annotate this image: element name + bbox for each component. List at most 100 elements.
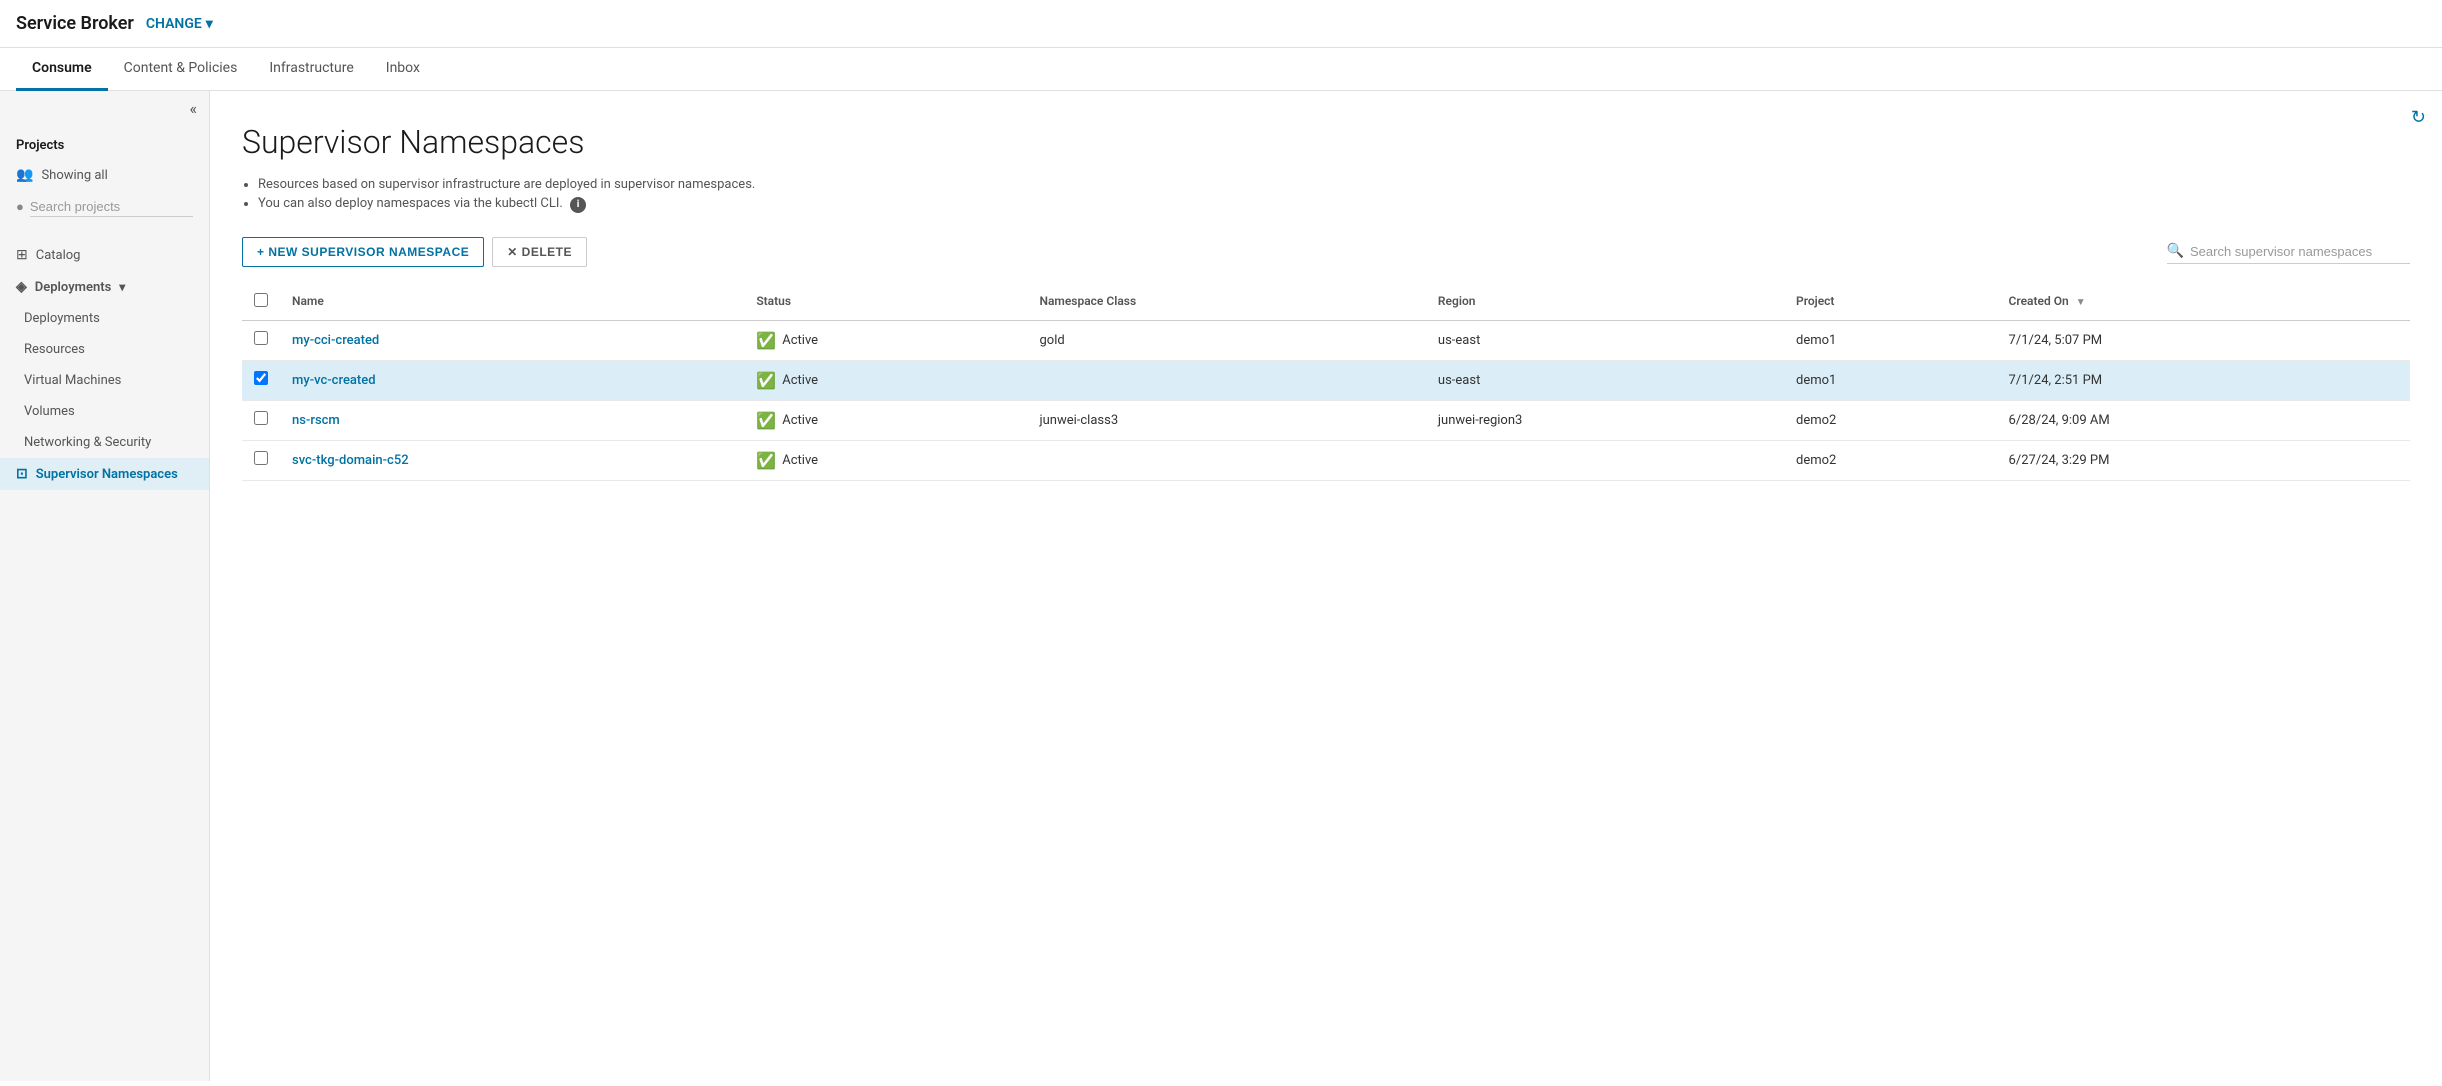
page-title: Supervisor Namespaces	[242, 123, 2410, 161]
refresh-button[interactable]: ↻	[2411, 107, 2426, 128]
content-area: ↻ Supervisor Namespaces Resources based …	[210, 91, 2442, 1081]
col-project: Project	[1784, 283, 1997, 321]
status-active-icon: ✅	[756, 451, 776, 470]
search-projects-input[interactable]	[30, 197, 193, 217]
people-icon: 👥	[16, 167, 33, 183]
row-namespace-class	[1027, 360, 1425, 400]
row-region	[1426, 440, 1784, 480]
change-button[interactable]: CHANGE ▾	[146, 16, 213, 32]
status-label: Active	[782, 333, 818, 348]
tab-content-policies[interactable]: Content & Policies	[108, 48, 254, 91]
tab-infrastructure[interactable]: Infrastructure	[253, 48, 369, 91]
row-project: demo2	[1784, 440, 1997, 480]
catalog-label: Catalog	[36, 248, 81, 263]
namespace-link[interactable]: svc-tkg-domain-c52	[292, 453, 409, 468]
row-checkbox-cell	[242, 360, 280, 400]
sidebar-item-volumes[interactable]: Volumes	[0, 396, 209, 427]
search-icon: 🔍	[2167, 243, 2184, 259]
tab-consume[interactable]: Consume	[16, 48, 108, 91]
row-region: us-east	[1426, 320, 1784, 360]
namespace-link[interactable]: my-cci-created	[292, 333, 379, 348]
deployments-label: Deployments	[35, 280, 111, 295]
status-active-icon: ✅	[756, 331, 776, 350]
description-list: Resources based on supervisor infrastruc…	[242, 177, 2410, 213]
row-status: ✅ Active	[744, 320, 1027, 360]
col-created-on: Created On ▼	[1997, 283, 2410, 321]
namespace-link[interactable]: my-vc-created	[292, 373, 376, 388]
search-namespaces-input[interactable]	[2190, 244, 2410, 259]
row-name: my-vc-created	[280, 360, 744, 400]
col-name: Name	[280, 283, 744, 321]
row-checkbox-cell	[242, 440, 280, 480]
nav-tabs: Consume Content & Policies Infrastructur…	[0, 48, 2442, 91]
row-region: junwei-region3	[1426, 400, 1784, 440]
sidebar-item-virtual-machines[interactable]: Virtual Machines	[0, 365, 209, 396]
status-active-icon: ✅	[756, 371, 776, 390]
sidebar-item-deployments[interactable]: Deployments	[0, 303, 209, 334]
top-bar: Service Broker CHANGE ▾	[0, 0, 2442, 48]
row-name: svc-tkg-domain-c52	[280, 440, 744, 480]
row-status: ✅ Active	[744, 440, 1027, 480]
row-created-on: 6/28/24, 9:09 AM	[1997, 400, 2410, 440]
supervisor-ns-icon: ⊡	[16, 466, 28, 482]
row-name: my-cci-created	[280, 320, 744, 360]
namespaces-table: Name Status Namespace Class Region Proje…	[242, 283, 2410, 481]
description-item-1: Resources based on supervisor infrastruc…	[258, 177, 2410, 192]
row-checkbox[interactable]	[254, 451, 268, 465]
row-checkbox-cell	[242, 320, 280, 360]
sidebar-item-supervisor-namespaces[interactable]: ⊡ Supervisor Namespaces	[0, 458, 209, 490]
row-name: ns-rscm	[280, 400, 744, 440]
toolbar-left: + NEW SUPERVISOR NAMESPACE ✕ DELETE	[242, 237, 587, 267]
search-projects-area: ●	[0, 191, 209, 223]
delete-button[interactable]: ✕ DELETE	[492, 237, 587, 267]
row-namespace-class: junwei-class3	[1027, 400, 1425, 440]
select-all-checkbox[interactable]	[254, 293, 268, 307]
table-row: svc-tkg-domain-c52 ✅ Active demo2 6/27/2…	[242, 440, 2410, 480]
description-item-2: You can also deploy namespaces via the k…	[258, 196, 2410, 213]
row-status: ✅ Active	[744, 400, 1027, 440]
table-header-checkbox	[242, 283, 280, 321]
col-region: Region	[1426, 283, 1784, 321]
app-title: Service Broker	[16, 13, 134, 34]
col-status: Status	[744, 283, 1027, 321]
deployments-icon: ◈	[16, 279, 27, 295]
row-project: demo1	[1784, 360, 1997, 400]
table-row: my-cci-created ✅ Active gold us-east dem…	[242, 320, 2410, 360]
sidebar-item-resources[interactable]: Resources	[0, 334, 209, 365]
supervisor-namespaces-label: Supervisor Namespaces	[36, 467, 178, 482]
table-row: ns-rscm ✅ Active junwei-class3 junwei-re…	[242, 400, 2410, 440]
row-created-on: 7/1/24, 2:51 PM	[1997, 360, 2410, 400]
row-namespace-class: gold	[1027, 320, 1425, 360]
sidebar-collapse-area: «	[0, 91, 209, 126]
search-namespaces-area: 🔍	[2167, 239, 2410, 264]
toolbar: + NEW SUPERVISOR NAMESPACE ✕ DELETE 🔍	[242, 237, 2410, 267]
sidebar-item-showing-all[interactable]: 👥 Showing all	[0, 159, 209, 191]
sidebar-item-networking-security[interactable]: Networking & Security	[0, 427, 209, 458]
tab-inbox[interactable]: Inbox	[370, 48, 436, 91]
sidebar-item-deployments-group[interactable]: ◈ Deployments ▾	[0, 271, 209, 303]
status-label: Active	[782, 413, 818, 428]
chevron-down-icon: ▾	[119, 280, 125, 294]
row-created-on: 6/27/24, 3:29 PM	[1997, 440, 2410, 480]
row-status: ✅ Active	[744, 360, 1027, 400]
row-checkbox-cell	[242, 400, 280, 440]
namespace-link[interactable]: ns-rscm	[292, 413, 340, 428]
status-label: Active	[782, 373, 818, 388]
collapse-sidebar-button[interactable]: «	[189, 99, 197, 118]
new-supervisor-namespace-button[interactable]: + NEW SUPERVISOR NAMESPACE	[242, 237, 484, 267]
row-checkbox[interactable]	[254, 411, 268, 425]
search-icon: ●	[16, 199, 24, 215]
status-label: Active	[782, 453, 818, 468]
row-checkbox[interactable]	[254, 331, 268, 345]
info-icon[interactable]: i	[570, 197, 586, 213]
sidebar-item-catalog[interactable]: ⊞ Catalog	[0, 239, 209, 271]
projects-label: Projects	[0, 126, 209, 159]
row-created-on: 7/1/24, 5:07 PM	[1997, 320, 2410, 360]
main-layout: « Projects 👥 Showing all ● ⊞ Catalog ◈ D…	[0, 91, 2442, 1081]
row-namespace-class	[1027, 440, 1425, 480]
row-project: demo1	[1784, 320, 1997, 360]
table-row: my-vc-created ✅ Active us-east demo1 7/1…	[242, 360, 2410, 400]
sort-icon: ▼	[2076, 297, 2086, 308]
sidebar: « Projects 👥 Showing all ● ⊞ Catalog ◈ D…	[0, 91, 210, 1081]
row-checkbox[interactable]	[254, 371, 268, 385]
